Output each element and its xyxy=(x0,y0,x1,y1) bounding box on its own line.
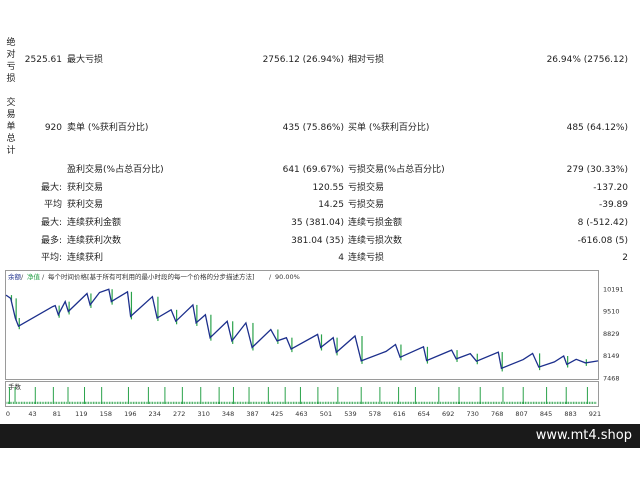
largest-profit-trade-label: 获利交易 xyxy=(67,183,104,193)
x-tick-label: 387 xyxy=(246,410,258,418)
vlabel-char: 交 xyxy=(6,98,16,108)
vlabel-char: 单 xyxy=(6,122,16,132)
average-profit-trade-value: 14.25 xyxy=(318,200,344,210)
largest-loss-trade-value: -137.20 xyxy=(593,183,628,193)
y-tick-label: 8149 xyxy=(603,352,620,360)
max-drawdown-value: 2756.12 (26.94%) xyxy=(262,55,344,65)
maximum-prefix: 最大: xyxy=(40,218,62,228)
average-profit-trade-label: 获利交易 xyxy=(67,200,104,210)
average-consecutive-losses-value: 2 xyxy=(622,253,628,263)
x-tick-label: 43 xyxy=(28,410,36,418)
largest-profit-trade-value: 120.55 xyxy=(312,183,345,193)
footer-bar: www.mt4.shop xyxy=(0,424,640,448)
x-tick-label: 539 xyxy=(344,410,356,418)
loss-trades-value: 279 (30.33%) xyxy=(566,165,628,175)
x-tick-label: 654 xyxy=(418,410,430,418)
x-tick-label: 81 xyxy=(53,410,61,418)
y-tick-label: 8829 xyxy=(603,330,620,338)
bottom-padding xyxy=(0,448,640,480)
max-consecutive-losses-count-value: -616.08 (5) xyxy=(577,236,628,246)
average-prefix: 平均 xyxy=(43,200,62,210)
max-consecutive-losses-count-label: 连续亏损次数 xyxy=(348,236,403,246)
profit-trades-label: 盈利交易(%占总百分比) xyxy=(67,165,164,175)
max-drawdown-label: 最大亏损 xyxy=(67,55,104,65)
chart-header-description: 每个时间价格[基于所有可利用的最小时段的每一个价格的分步描述方法] xyxy=(48,272,255,281)
max-consecutive-wins-amount-label: 连续获利金额 xyxy=(67,218,122,228)
x-tick-label: 119 xyxy=(75,410,87,418)
average-consecutive-wins-value: 4 xyxy=(338,253,344,263)
x-tick-label: 234 xyxy=(149,410,161,418)
x-tick-label: 921 xyxy=(589,410,601,418)
vlabel-char: 计 xyxy=(6,146,16,156)
loss-trades-label: 亏损交易(%占总百分比) xyxy=(348,165,445,175)
absolute-drawdown-value: 2525.61 xyxy=(24,55,62,65)
largest-loss-trade-label: 亏损交易 xyxy=(348,183,385,193)
vlabel-char: 总 xyxy=(6,134,16,144)
x-tick-label: 158 xyxy=(100,410,112,418)
report-summary: 绝 对 亏 损 交 易 单 总 计 2525.61 最大亏损 2756.12 (… xyxy=(0,0,640,268)
long-positions-value: 485 (64.12%) xyxy=(566,123,628,133)
x-tick-label: 463 xyxy=(295,410,307,418)
x-tick-label: 196 xyxy=(124,410,136,418)
vlabel-char: 亏 xyxy=(6,62,16,72)
x-tick-label: 501 xyxy=(320,410,332,418)
x-tick-label: 0 xyxy=(6,410,10,418)
x-tick-label: 348 xyxy=(222,410,234,418)
average-consecutive-prefix: 平均: xyxy=(40,253,62,263)
short-positions-label: 卖单 (%获利百分比) xyxy=(67,123,149,133)
x-tick-label: 616 xyxy=(393,410,405,418)
average-consecutive-wins-label: 连续获利 xyxy=(67,253,104,263)
max-consecutive-losses-amount-label: 连续亏损金额 xyxy=(348,218,403,228)
chart-header-equity-label: 净值 xyxy=(27,272,41,281)
total-trades-vertical-label: 交 易 单 总 计 xyxy=(5,97,17,157)
x-tick-label: 578 xyxy=(369,410,381,418)
x-tick-label: 310 xyxy=(197,410,209,418)
max-consecutive-wins-count-value: 381.04 (35) xyxy=(291,236,344,246)
vlabel-char: 对 xyxy=(6,50,16,60)
balance-chart: 余额 / 净值 / 每个时间价格[基于所有可利用的最小时段的每一个价格的分步描述… xyxy=(5,270,633,420)
average-loss-trade-value: -39.89 xyxy=(598,200,628,210)
relative-drawdown-label: 相对亏损 xyxy=(348,55,385,65)
largest-prefix: 最大: xyxy=(40,183,62,193)
average-consecutive-losses-label: 连续亏损 xyxy=(348,253,385,263)
x-tick-label: 692 xyxy=(442,410,454,418)
vlabel-char: 损 xyxy=(6,74,16,84)
profit-trades-value: 641 (69.67%) xyxy=(282,165,344,175)
absolute-drawdown-vertical-label: 绝 对 亏 损 xyxy=(5,37,17,85)
brand-watermark: www.mt4.shop xyxy=(535,428,632,443)
balance-chart-svg: 余额 / 净值 / 每个时间价格[基于所有可利用的最小时段的每一个价格的分步描述… xyxy=(5,270,624,418)
max-consecutive-wins-amount-value: 35 (381.04) xyxy=(291,218,344,228)
x-tick-label: 730 xyxy=(466,410,478,418)
long-positions-label: 买单 (%获利百分比) xyxy=(348,123,430,133)
main-plot-frame xyxy=(5,270,599,380)
x-tick-label: 272 xyxy=(173,410,185,418)
y-tick-label: 10191 xyxy=(603,285,624,293)
chart-header-quality: 90.00% xyxy=(275,273,300,281)
chart-header-balance-label: 余额 xyxy=(8,272,22,281)
x-tick-label: 807 xyxy=(515,410,527,418)
y-tick-label: 9510 xyxy=(603,308,620,316)
x-tick-label: 768 xyxy=(491,410,503,418)
most-prefix: 最多: xyxy=(40,236,62,246)
y-tick-label: 7468 xyxy=(603,375,620,383)
short-positions-value: 435 (75.86%) xyxy=(282,123,344,133)
max-consecutive-losses-amount-value: 8 (-512.42) xyxy=(577,218,628,228)
max-consecutive-wins-count-label: 连续获利次数 xyxy=(67,236,122,246)
x-tick-label: 425 xyxy=(271,410,283,418)
x-tick-label: 883 xyxy=(564,410,576,418)
total-trades-value: 920 xyxy=(44,123,62,133)
x-tick-label: 845 xyxy=(540,410,552,418)
relative-drawdown-value: 26.94% (2756.12) xyxy=(546,55,628,65)
vlabel-char: 易 xyxy=(6,110,16,120)
vlabel-char: 绝 xyxy=(6,38,16,48)
average-loss-trade-label: 亏损交易 xyxy=(348,200,385,210)
